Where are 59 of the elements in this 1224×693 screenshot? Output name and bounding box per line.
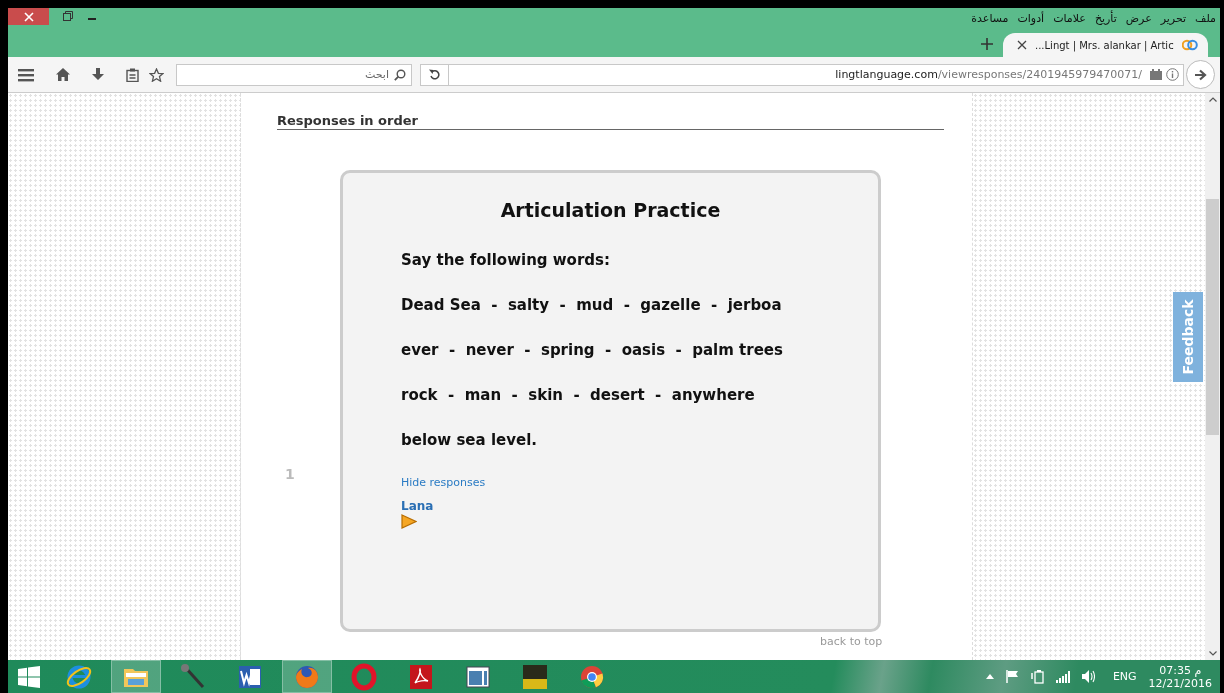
battery-icon[interactable] — [1030, 669, 1044, 684]
scroll-up-icon[interactable] — [1208, 97, 1217, 102]
arrow-right-icon — [1194, 68, 1207, 81]
menu-item[interactable]: مساعدة — [971, 12, 1009, 25]
card-title: Articulation Practice — [499, 199, 722, 221]
close-icon[interactable] — [1017, 40, 1027, 50]
menu-icon[interactable] — [18, 67, 34, 82]
taskbar-app[interactable] — [282, 660, 332, 693]
menu-item[interactable]: عرض — [1125, 12, 1152, 25]
windows-start-icon[interactable] — [18, 665, 40, 688]
reload-icon — [429, 69, 440, 80]
section-heading: Responses in order — [277, 113, 944, 130]
speaker-icon[interactable] — [1081, 670, 1095, 683]
hide-responses-link[interactable]: Hide responses — [401, 476, 486, 489]
new-tab-icon[interactable] — [981, 38, 993, 50]
close-icon — [23, 11, 34, 22]
game-cover-icon — [521, 662, 549, 691]
clock-date[interactable]: 12/21/2016 — [1148, 676, 1212, 690]
url-domain: lingtlanguage.com — [835, 68, 938, 81]
clock-time[interactable]: 07:35 م — [1159, 663, 1202, 677]
address-bar[interactable]: lingtlanguage.com/viewresponses/2401945979470071/ — [448, 63, 1184, 86]
menu-item[interactable]: ملف — [1195, 12, 1216, 25]
instruction-text: Say the following words: — [401, 251, 610, 269]
microphone-icon — [179, 662, 207, 691]
item-number: 1 — [284, 466, 296, 482]
go-button[interactable] — [1186, 60, 1215, 89]
clipboard-icon[interactable] — [126, 67, 139, 82]
signal-icon[interactable] — [1055, 670, 1070, 683]
word-list-line: ever - never - spring - oasis - palm trees — [401, 341, 783, 359]
scrollbar[interactable] — [1205, 93, 1220, 660]
menu-item[interactable]: تحرير — [1160, 12, 1187, 25]
star-icon[interactable] — [149, 67, 164, 82]
responder-name[interactable]: Lana — [401, 499, 434, 513]
menu-item[interactable]: علامات — [1053, 12, 1086, 25]
word-list-line: below sea level. — [401, 431, 537, 449]
flag-icon[interactable] — [1005, 670, 1019, 683]
url-path: /viewresponses/2401945979470071/ — [937, 68, 1142, 81]
word-list-line: Dead Sea - salty - mud - gazelle - jerboa — [401, 296, 782, 314]
menu-item[interactable]: أدوات — [1017, 12, 1045, 25]
word-list-line: rock - man - skin - desert - anywhere — [401, 386, 755, 404]
scroll-down-icon[interactable] — [1208, 651, 1217, 656]
browser-o-icon — [350, 662, 378, 691]
tab-title: ...Lingt | Mrs. alankar | Artic — [1035, 39, 1174, 51]
caret-up-icon[interactable] — [985, 674, 994, 679]
restore-icon[interactable] — [63, 10, 73, 21]
download-icon[interactable] — [92, 68, 104, 81]
menu-item[interactable]: تأريخ — [1094, 12, 1117, 25]
home-icon[interactable] — [56, 68, 70, 81]
pdf-document-icon — [407, 662, 435, 691]
reload-button[interactable] — [420, 63, 448, 86]
calendar-icon — [1150, 69, 1162, 80]
search-field[interactable]: ابحث — [176, 63, 412, 86]
browser-tab[interactable]: ...Lingt | Mrs. alankar | Artic — [1003, 33, 1208, 57]
language-indicator[interactable]: ENG — [1112, 670, 1137, 683]
scrollbar-thumb[interactable] — [1206, 198, 1219, 435]
play-icon[interactable] — [401, 514, 417, 529]
favicon-icon — [1181, 39, 1198, 51]
info-icon — [1166, 68, 1179, 81]
close-button[interactable] — [8, 8, 49, 25]
